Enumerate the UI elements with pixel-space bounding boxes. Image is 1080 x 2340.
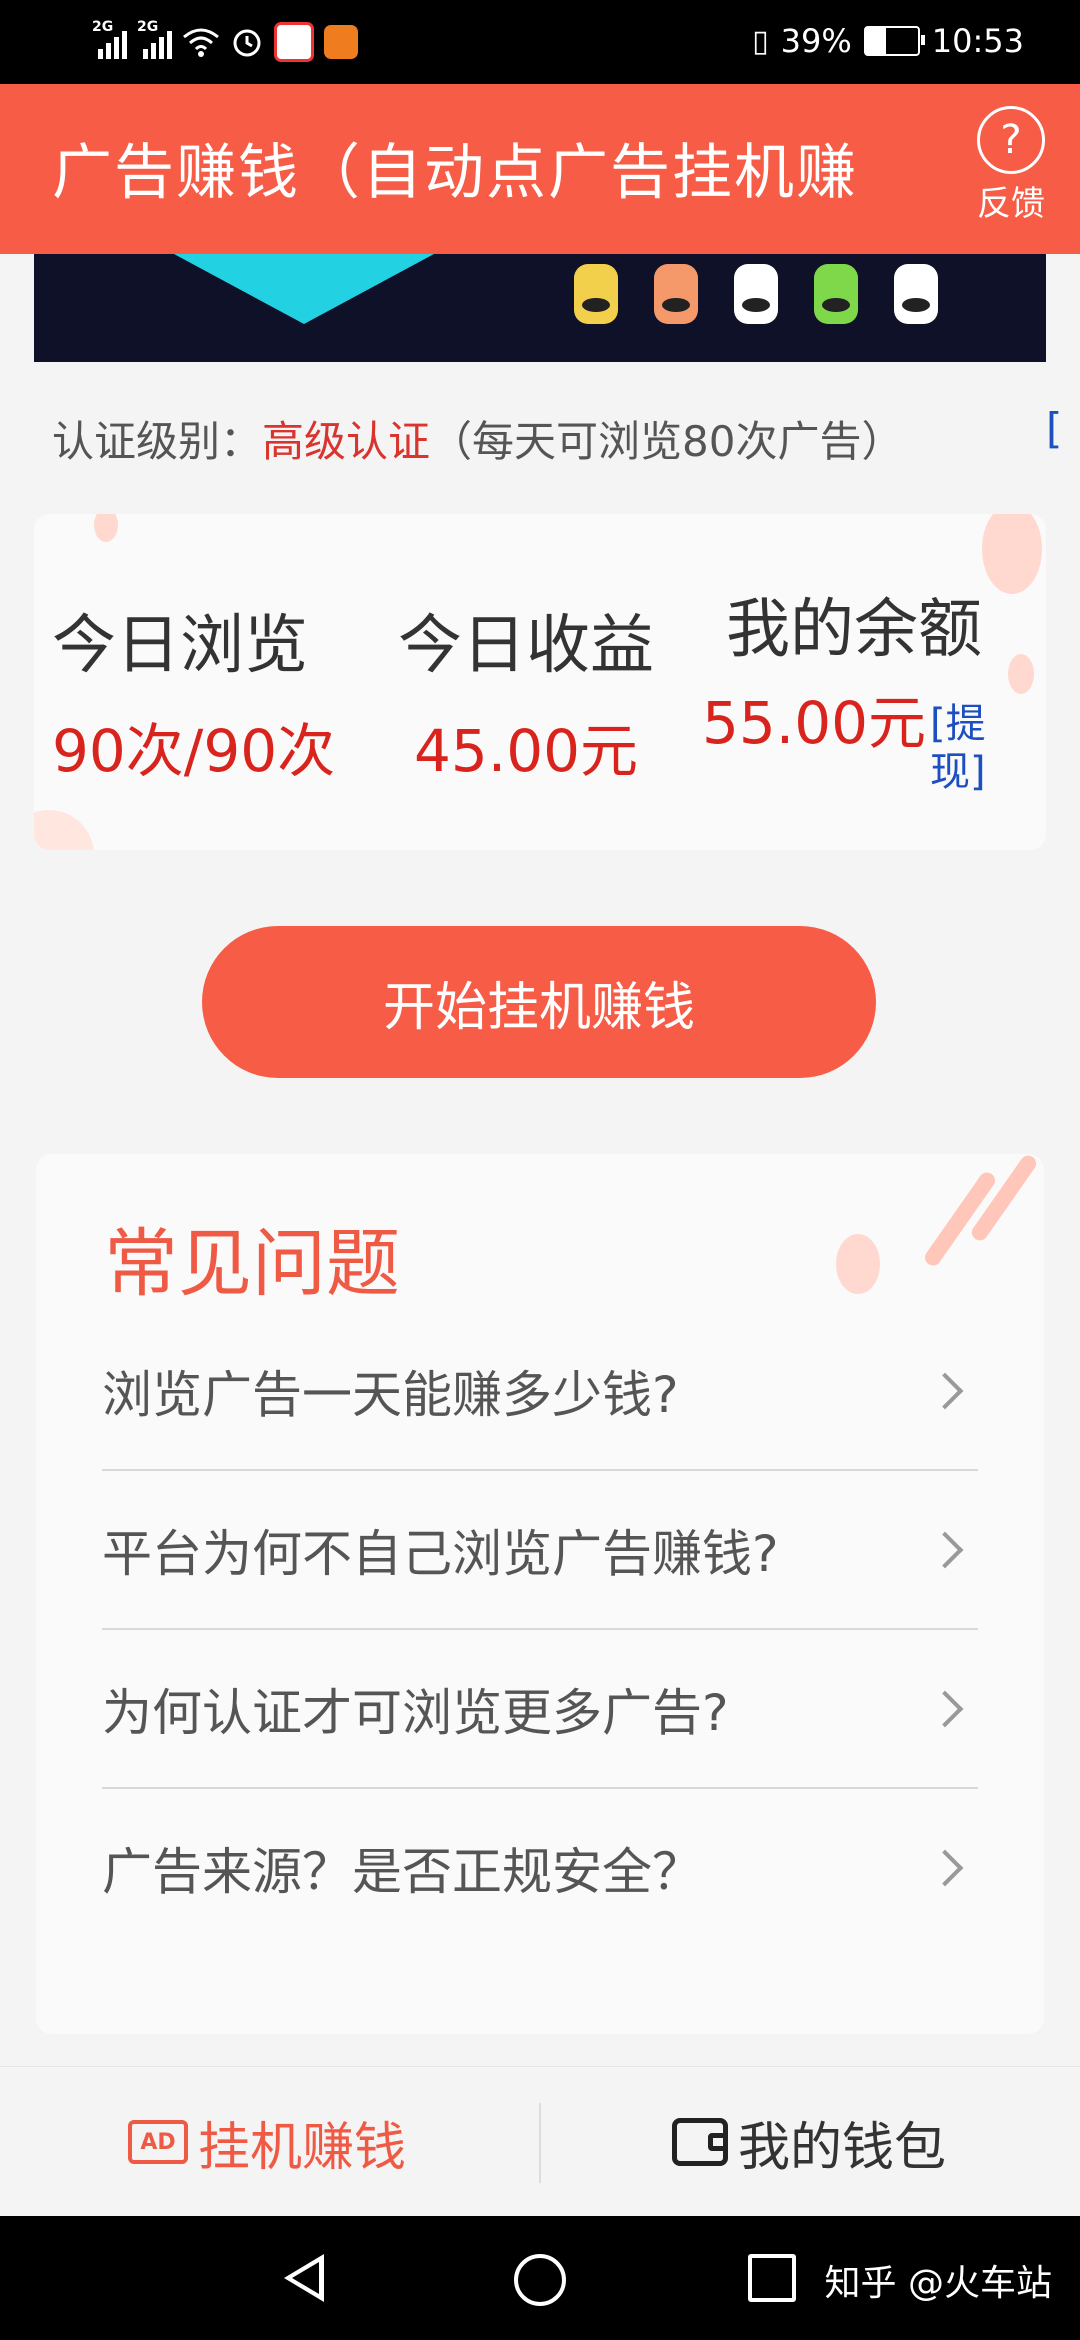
faq-list: 浏览广告一天能赚多少钱? 平台为何不自己浏览广告赚钱? 为何认证才可浏览更多广告… xyxy=(102,1312,978,1946)
tab-label: 挂机赚钱 xyxy=(198,2117,407,2178)
tab-wallet[interactable]: 我的钱包 xyxy=(672,2067,946,2217)
chevron-right-icon xyxy=(926,1690,964,1727)
banner-bulb-icon xyxy=(574,264,618,324)
back-icon[interactable] xyxy=(284,2254,324,2302)
stat-today-views: 今日浏览 90次/90次 xyxy=(52,594,336,788)
verification-level-value: 高级认证 xyxy=(262,417,431,466)
decor-circle xyxy=(1008,654,1034,694)
status-bar: 2G 2G ▯ 39% 10:53 xyxy=(0,0,1080,84)
faq-card: 常见问题 浏览广告一天能赚多少钱? 平台为何不自己浏览广告赚钱? 为何认证才可浏… xyxy=(36,1154,1044,2034)
tab-divider xyxy=(539,2103,541,2183)
ad-banner[interactable] xyxy=(34,254,1046,362)
wifi-icon xyxy=(183,28,219,57)
faq-question: 广告来源？是否正规安全？ xyxy=(102,1842,702,1901)
stat-value: 45.00元 xyxy=(413,717,639,785)
verification-note: （每天可浏览80次广告） xyxy=(430,417,904,466)
recent-apps-icon[interactable] xyxy=(748,2254,796,2302)
uc-browser-icon xyxy=(324,25,358,59)
faq-title: 常见问题 xyxy=(104,1221,400,1307)
bottom-tab-bar: AD 挂机赚钱 我的钱包 xyxy=(0,2066,1080,2217)
system-nav-bar: 知乎 @火车站 xyxy=(0,2216,1080,2340)
battery-icon xyxy=(863,26,925,56)
home-icon[interactable] xyxy=(514,2254,566,2306)
stats-card: 今日浏览 90次/90次 今日收益 45.00元 我的余额 55.00元 [提现… xyxy=(34,514,1046,850)
stat-today-income: 今日收益 45.00元 xyxy=(386,594,666,788)
alarm-icon xyxy=(233,29,261,57)
decor-circle xyxy=(836,1234,880,1294)
tab-earn[interactable]: AD 挂机赚钱 xyxy=(128,2067,406,2217)
ad-icon: AD xyxy=(128,2120,188,2164)
help-icon: ? xyxy=(977,106,1045,174)
faq-question: 浏览广告一天能赚多少钱? xyxy=(102,1365,679,1424)
verification-prefix: 认证级别： xyxy=(52,417,263,466)
banner-graphic xyxy=(174,254,434,324)
faq-question: 平台为何不自己浏览广告赚钱? xyxy=(102,1524,779,1583)
battery-percent: 39% xyxy=(780,22,852,60)
banner-bulb-icon xyxy=(894,264,938,324)
withdraw-link[interactable]: [提现] xyxy=(930,700,986,796)
stat-label: 今日收益 xyxy=(398,609,654,683)
chevron-right-icon xyxy=(926,1372,964,1409)
banner-bulb-icon xyxy=(654,264,698,324)
verification-level: 认证级别：高级认证（每天可浏览80次广告） xyxy=(52,408,903,469)
banner-bulb-icon xyxy=(734,264,778,324)
app-notification-icon xyxy=(274,22,314,62)
vibrate-icon: ▯ xyxy=(752,23,769,59)
faq-item[interactable]: 广告来源？是否正规安全？ xyxy=(102,1789,978,1946)
stat-value: 90次/90次 xyxy=(52,717,336,785)
clock: 10:53 xyxy=(931,22,1024,60)
tab-label: 我的钱包 xyxy=(738,2117,947,2178)
chevron-right-icon xyxy=(926,1531,964,1568)
faq-question: 为何认证才可浏览更多广告? xyxy=(102,1683,729,1742)
battery-fill xyxy=(865,28,887,54)
page-title: 广告赚钱（自动点广告挂机赚 xyxy=(52,138,858,208)
faq-item[interactable]: 平台为何不自己浏览广告赚钱? xyxy=(102,1471,978,1630)
start-earning-button[interactable]: 开始挂机赚钱 xyxy=(202,926,876,1078)
signal-icon-1: 2G xyxy=(92,19,127,59)
signal-icon-2: 2G xyxy=(137,19,172,59)
feedback-label: 反馈 xyxy=(977,184,1045,224)
feedback-button[interactable]: ? 反馈 xyxy=(976,106,1046,225)
verification-link[interactable]: [ xyxy=(1046,404,1062,453)
decor-circle xyxy=(34,810,94,850)
faq-item[interactable]: 浏览广告一天能赚多少钱? xyxy=(102,1312,978,1471)
banner-bulb-icon xyxy=(814,264,858,324)
stat-label: 我的余额 xyxy=(726,593,982,667)
wallet-icon xyxy=(672,2118,728,2166)
faq-item[interactable]: 为何认证才可浏览更多广告? xyxy=(102,1630,978,1789)
watermark: 知乎 @火车站 xyxy=(824,2263,1052,2304)
app-header: 广告赚钱（自动点广告挂机赚 ? 反馈 xyxy=(0,84,1080,254)
stat-label: 今日浏览 xyxy=(52,609,308,683)
chevron-right-icon xyxy=(926,1849,964,1886)
decor-circle xyxy=(94,514,118,542)
